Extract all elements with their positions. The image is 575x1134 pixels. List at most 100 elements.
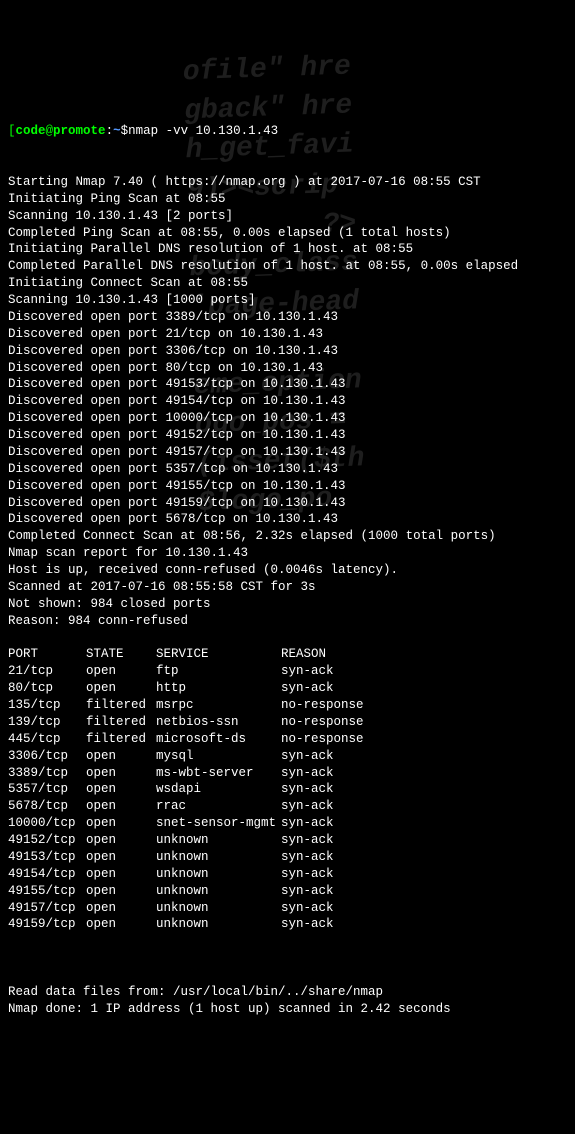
cell-port: 49159/tcp [8, 916, 86, 933]
output-line: Completed Connect Scan at 08:56, 2.32s e… [8, 528, 567, 545]
cell-service: snet-sensor-mgmt [156, 815, 281, 832]
cell-port: 49154/tcp [8, 866, 86, 883]
cell-service: unknown [156, 866, 281, 883]
output-line: Starting Nmap 7.40 ( https://nmap.org ) … [8, 174, 567, 191]
table-row: 5678/tcpopenrracsyn-ack [8, 798, 567, 815]
cell-state: open [86, 900, 156, 917]
cell-state: open [86, 866, 156, 883]
output-line: Scanning 10.130.1.43 [1000 ports] [8, 292, 567, 309]
cell-service: wsdapi [156, 781, 281, 798]
table-row: 3389/tcpopenms-wbt-serversyn-ack [8, 765, 567, 782]
cell-port: 445/tcp [8, 731, 86, 748]
cell-reason: syn-ack [281, 849, 334, 866]
table-row: 3306/tcpopenmysqlsyn-ack [8, 748, 567, 765]
cell-service: mysql [156, 748, 281, 765]
cell-service: unknown [156, 883, 281, 900]
cell-port: 49157/tcp [8, 900, 86, 917]
cell-state: filtered [86, 697, 156, 714]
output-line: Host is up, received conn-refused (0.004… [8, 562, 567, 579]
prompt-colon: : [106, 124, 114, 138]
prompt-dollar: $ [121, 124, 129, 138]
cell-port: 135/tcp [8, 697, 86, 714]
output-line: Not shown: 984 closed ports [8, 596, 567, 613]
cell-port: 139/tcp [8, 714, 86, 731]
cell-service: rrac [156, 798, 281, 815]
blank-line [8, 140, 567, 157]
cell-reason: syn-ack [281, 883, 334, 900]
blank-line [8, 950, 567, 967]
cell-port: 3389/tcp [8, 765, 86, 782]
cell-service: http [156, 680, 281, 697]
prompt-open-bracket: [ [8, 124, 16, 138]
command-input: nmap -vv 10.130.1.43 [128, 124, 278, 138]
cell-service: unknown [156, 900, 281, 917]
output-line: Discovered open port 49152/tcp on 10.130… [8, 427, 567, 444]
cell-reason: syn-ack [281, 916, 334, 933]
table-row: 5357/tcpopenwsdapisyn-ack [8, 781, 567, 798]
table-row: 10000/tcpopensnet-sensor-mgmtsyn-ack [8, 815, 567, 832]
cell-state: open [86, 815, 156, 832]
table-row: 139/tcpfilterednetbios-ssnno-response [8, 714, 567, 731]
prompt-host: promote [53, 124, 106, 138]
output-line: Discovered open port 49154/tcp on 10.130… [8, 393, 567, 410]
cell-reason: syn-ack [281, 832, 334, 849]
cell-reason: syn-ack [281, 900, 334, 917]
table-row: 135/tcpfilteredmsrpcno-response [8, 697, 567, 714]
table-row: 49154/tcpopenunknownsyn-ack [8, 866, 567, 883]
cell-port: 49153/tcp [8, 849, 86, 866]
table-row: 49157/tcpopenunknownsyn-ack [8, 900, 567, 917]
footer-line: Nmap done: 1 IP address (1 host up) scan… [8, 1001, 567, 1018]
table-row: 21/tcpopenftpsyn-ack [8, 663, 567, 680]
cell-state: open [86, 765, 156, 782]
cell-state: open [86, 849, 156, 866]
cell-reason: syn-ack [281, 663, 334, 680]
output-line: Discovered open port 80/tcp on 10.130.1.… [8, 360, 567, 377]
table-row: 49153/tcpopenunknownsyn-ack [8, 849, 567, 866]
cell-service: ms-wbt-server [156, 765, 281, 782]
cell-service: unknown [156, 916, 281, 933]
cell-reason: syn-ack [281, 866, 334, 883]
nmap-footer-lines: Read data files from: /usr/local/bin/../… [8, 984, 567, 1018]
cell-port: 5678/tcp [8, 798, 86, 815]
nmap-output-lines: Starting Nmap 7.40 ( https://nmap.org ) … [8, 174, 567, 630]
port-table: PORTSTATESERVICEREASON21/tcpopenftpsyn-a… [8, 646, 567, 933]
output-line: Discovered open port 49159/tcp on 10.130… [8, 495, 567, 512]
prompt-user: code [16, 124, 46, 138]
cell-service: netbios-ssn [156, 714, 281, 731]
output-line: Discovered open port 3306/tcp on 10.130.… [8, 343, 567, 360]
cell-state: open [86, 883, 156, 900]
table-row: 49155/tcpopenunknownsyn-ack [8, 883, 567, 900]
col-service-header: SERVICE [156, 646, 281, 663]
output-line: Initiating Connect Scan at 08:55 [8, 275, 567, 292]
cell-state: open [86, 748, 156, 765]
table-row: 49152/tcpopenunknownsyn-ack [8, 832, 567, 849]
cell-port: 21/tcp [8, 663, 86, 680]
footer-line: Read data files from: /usr/local/bin/../… [8, 984, 567, 1001]
cell-reason: syn-ack [281, 815, 334, 832]
output-line: Reason: 984 conn-refused [8, 613, 567, 630]
output-line: Discovered open port 21/tcp on 10.130.1.… [8, 326, 567, 343]
output-line: Discovered open port 3389/tcp on 10.130.… [8, 309, 567, 326]
cell-reason: no-response [281, 714, 364, 731]
cell-state: open [86, 798, 156, 815]
col-reason-header: REASON [281, 646, 326, 663]
cell-port: 49152/tcp [8, 832, 86, 849]
cell-reason: no-response [281, 697, 364, 714]
col-state-header: STATE [86, 646, 156, 663]
prompt-line[interactable]: [code@promote:~$nmap -vv 10.130.1.43 [8, 124, 278, 138]
terminal-output: [code@promote:~$nmap -vv 10.130.1.43 Sta… [8, 106, 567, 1034]
output-line: Discovered open port 10000/tcp on 10.130… [8, 410, 567, 427]
cell-reason: no-response [281, 731, 364, 748]
table-row: 49159/tcpopenunknownsyn-ack [8, 916, 567, 933]
output-line: Completed Ping Scan at 08:55, 0.00s elap… [8, 225, 567, 242]
output-line: Initiating Parallel DNS resolution of 1 … [8, 241, 567, 258]
cell-state: open [86, 663, 156, 680]
output-line: Discovered open port 49157/tcp on 10.130… [8, 444, 567, 461]
cell-port: 5357/tcp [8, 781, 86, 798]
output-line: Scanning 10.130.1.43 [2 ports] [8, 208, 567, 225]
col-port-header: PORT [8, 646, 86, 663]
cell-state: filtered [86, 731, 156, 748]
cell-service: unknown [156, 832, 281, 849]
cell-port: 10000/tcp [8, 815, 86, 832]
cell-reason: syn-ack [281, 680, 334, 697]
